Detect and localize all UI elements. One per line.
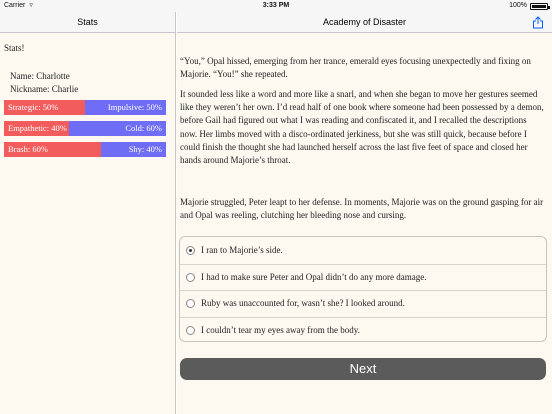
story-paragraph: It sounded less like a word and more lik… [180, 89, 544, 166]
character-nickname: Nickname: Charlie [10, 84, 79, 94]
share-icon[interactable] [532, 16, 544, 29]
stat-left-label: Empathetic: 40% [8, 123, 67, 133]
choice-label: I couldn’t tear my eyes away from the bo… [201, 324, 360, 335]
battery-icon [530, 2, 550, 10]
stat-left-label: Brash: 60% [8, 144, 48, 154]
radio-button[interactable] [186, 272, 195, 282]
choice-option[interactable]: I ran to Majorie’s side. [180, 237, 546, 264]
radio-button[interactable] [186, 245, 195, 255]
stat-right-label: Shy: 40% [128, 144, 162, 154]
stat-bar-empathetic-cold: Empathetic: 40% Cold: 60% [4, 121, 166, 136]
character-name: Name: Charlotte [10, 71, 70, 81]
choice-list: I ran to Majorie’s side. I had to make s… [179, 236, 547, 342]
radio-button[interactable] [186, 325, 195, 335]
stat-right-label: Impulsive: 50% [107, 102, 162, 112]
stat-left-label: Strategic: 50% [8, 102, 59, 112]
main-navbar: Academy of Disaster [177, 12, 552, 33]
sidebar-navbar: Stats [0, 12, 176, 33]
clock: 3:33 PM [262, 2, 290, 9]
choice-option[interactable]: I couldn’t tear my eyes away from the bo… [180, 316, 546, 344]
main-title: Academy of Disaster [322, 17, 407, 27]
story-paragraph: “You,” Opal hissed, emerging from her tr… [180, 56, 531, 80]
status-bar: Carrier ▿ 3:33 PM 100% [0, 0, 552, 12]
stats-sidebar: Stats! Name: Charlotte Nickname: Charlie… [0, 33, 176, 414]
sidebar-title: Stats [77, 17, 98, 27]
choice-label: Ruby was unaccounted for, wasn’t she? I … [201, 298, 405, 309]
stat-bar-brash-shy: Brash: 60% Shy: 40% [4, 142, 166, 157]
story-paragraph: Majorie struggled, Peter leapt to her de… [180, 197, 544, 221]
battery-status: 100% [509, 0, 550, 12]
stats-heading: Stats! [4, 43, 25, 53]
radio-button[interactable] [186, 299, 195, 309]
stat-right-label: Cold: 60% [125, 123, 162, 133]
choice-label: I ran to Majorie’s side. [201, 244, 283, 255]
choice-option[interactable]: Ruby was unaccounted for, wasn’t she? I … [180, 290, 546, 317]
choice-label: I had to make sure Peter and Opal didn’t… [201, 271, 427, 282]
next-button[interactable]: Next [180, 358, 546, 380]
stat-bar-strategic-impulsive: Strategic: 50% Impulsive: 50% [4, 100, 166, 115]
story-pane: “You,” Opal hissed, emerging from her tr… [177, 33, 552, 414]
battery-percent: 100% [509, 2, 527, 9]
choice-option[interactable]: I had to make sure Peter and Opal didn’t… [180, 263, 546, 291]
